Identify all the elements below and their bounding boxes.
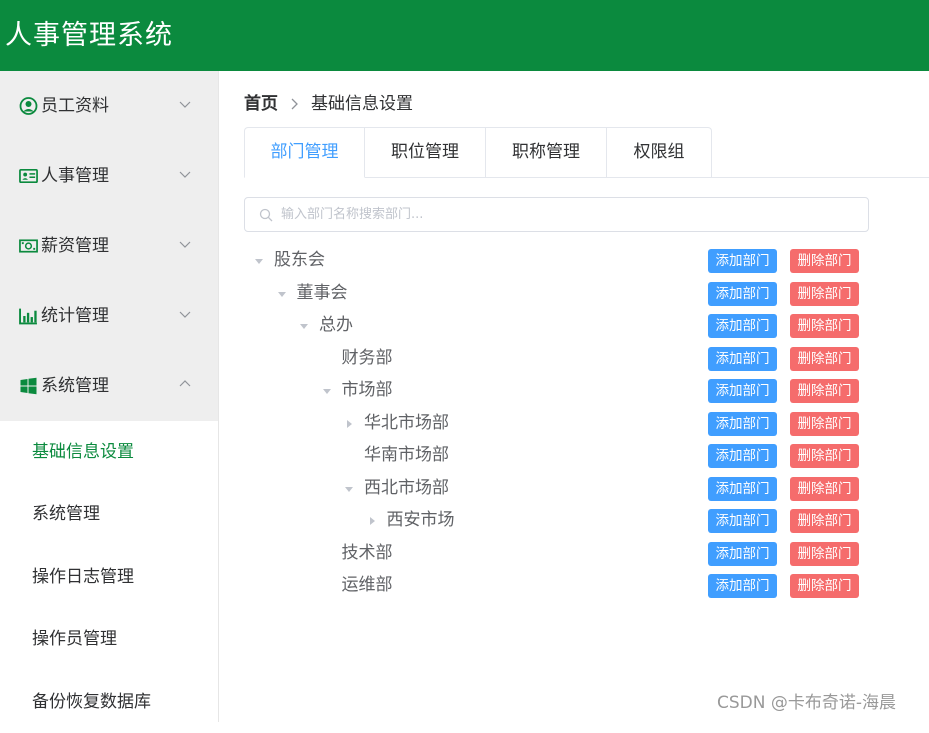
caret-down-icon[interactable] <box>344 484 354 494</box>
tree-node-label: 财务部 <box>341 348 393 368</box>
add-department-button[interactable]: 添加部门 <box>708 314 777 338</box>
chevron-down-icon <box>179 101 191 108</box>
app-header: 人事管理系统 <box>0 0 929 71</box>
menu-label: 人事管理 <box>41 166 109 186</box>
tree-node-label: 市场部 <box>341 380 393 400</box>
delete-department-button[interactable]: 删除部门 <box>790 282 859 306</box>
menu-label: 薪资管理 <box>41 236 109 256</box>
submenu-label: 基础信息设置 <box>32 442 134 462</box>
chevron-up-icon <box>179 380 191 387</box>
menu-statistics[interactable]: 统计管理 <box>0 281 218 351</box>
tree-node-label: 华北市场部 <box>364 413 449 433</box>
submenu-label: 操作员管理 <box>32 629 117 649</box>
menu-label: 系统管理 <box>41 376 109 396</box>
tree-node-label: 华南市场部 <box>364 445 449 465</box>
breadcrumb-home[interactable]: 首页 <box>244 92 278 116</box>
tree-node[interactable]: 华北市场部 添加部门 删除部门 <box>244 407 869 440</box>
delete-department-button[interactable]: 删除部门 <box>790 314 859 338</box>
chevron-down-icon <box>179 241 191 248</box>
submenu-system-manage[interactable]: 系统管理 <box>0 483 218 545</box>
menu-label: 统计管理 <box>41 306 109 326</box>
delete-department-button[interactable]: 删除部门 <box>790 477 859 501</box>
chevron-right-icon <box>291 98 298 110</box>
tree-node[interactable]: 市场部 添加部门 删除部门 <box>244 374 869 407</box>
windows-icon <box>20 377 37 395</box>
tree-node[interactable]: 运维部 添加部门 删除部门 <box>244 569 869 602</box>
delete-department-button[interactable]: 删除部门 <box>790 574 859 598</box>
add-department-button[interactable]: 添加部门 <box>708 282 777 306</box>
tree-node-label: 技术部 <box>341 543 393 563</box>
delete-department-button[interactable]: 删除部门 <box>790 249 859 273</box>
submenu-operation-log[interactable]: 操作日志管理 <box>0 546 218 608</box>
tab-permission-group[interactable]: 权限组 <box>607 127 712 178</box>
submenu-label: 系统管理 <box>32 504 100 524</box>
caret-down-icon[interactable] <box>254 256 264 266</box>
add-department-button[interactable]: 添加部门 <box>708 249 777 273</box>
tree-node[interactable]: 华南市场部 添加部门 删除部门 <box>244 439 869 472</box>
add-department-button[interactable]: 添加部门 <box>708 379 777 403</box>
caret-down-icon[interactable] <box>322 386 332 396</box>
breadcrumb-current: 基础信息设置 <box>311 94 413 114</box>
bar-chart-icon <box>19 308 37 325</box>
tree-node-label: 董事会 <box>296 283 348 303</box>
delete-department-button[interactable]: 删除部门 <box>790 509 859 533</box>
tree-node[interactable]: 董事会 添加部门 删除部门 <box>244 277 869 310</box>
tree-node[interactable]: 西安市场 添加部门 删除部门 <box>244 504 869 537</box>
add-department-button[interactable]: 添加部门 <box>708 509 777 533</box>
submenu-label: 操作日志管理 <box>32 567 134 587</box>
delete-department-button[interactable]: 删除部门 <box>790 347 859 371</box>
caret-right-icon[interactable] <box>367 516 377 526</box>
delete-department-button[interactable]: 删除部门 <box>790 542 859 566</box>
watermark: CSDN @卡布奇诺-海晨 <box>717 693 897 713</box>
id-card-icon <box>19 168 38 184</box>
delete-department-button[interactable]: 删除部门 <box>790 444 859 468</box>
caret-right-icon[interactable] <box>344 419 354 429</box>
caret-down-icon[interactable] <box>299 321 309 331</box>
delete-department-button[interactable]: 删除部门 <box>790 412 859 436</box>
user-circle-icon <box>19 97 38 115</box>
tree-node[interactable]: 技术部 添加部门 删除部门 <box>244 537 869 570</box>
tree-node[interactable]: 西北市场部 添加部门 删除部门 <box>244 472 869 505</box>
tab-title[interactable]: 职称管理 <box>486 127 607 178</box>
app-title: 人事管理系统 <box>5 20 173 51</box>
chevron-down-icon <box>179 171 191 178</box>
search-input[interactable] <box>281 199 851 230</box>
tab-position[interactable]: 职位管理 <box>365 127 486 178</box>
tree-node[interactable]: 总办 添加部门 删除部门 <box>244 309 869 342</box>
chevron-down-icon <box>179 311 191 318</box>
add-department-button[interactable]: 添加部门 <box>708 574 777 598</box>
tree-node[interactable]: 股东会 添加部门 删除部门 <box>244 244 869 277</box>
menu-label: 员工资料 <box>41 96 109 116</box>
menu-personnel[interactable]: 人事管理 <box>0 141 218 211</box>
tree-node-label: 西安市场 <box>386 510 455 530</box>
submenu-operator-manage[interactable]: 操作员管理 <box>0 608 218 670</box>
tree-node-label: 股东会 <box>274 250 325 270</box>
add-department-button[interactable]: 添加部门 <box>708 347 777 371</box>
add-department-button[interactable]: 添加部门 <box>708 412 777 436</box>
submenu-basic-info[interactable]: 基础信息设置 <box>0 421 218 483</box>
add-department-button[interactable]: 添加部门 <box>708 477 777 501</box>
menu-salary[interactable]: 薪资管理 <box>0 211 218 281</box>
caret-down-icon[interactable] <box>277 289 287 299</box>
tree-node-label: 运维部 <box>341 575 393 595</box>
tree-node-label: 西北市场部 <box>364 478 449 498</box>
add-department-button[interactable]: 添加部门 <box>708 444 777 468</box>
search-icon <box>259 208 273 222</box>
menu-employee-info[interactable]: 员工资料 <box>0 71 218 141</box>
sidebar: 员工资料 人事管理 薪资管理 统计管理 系统管理 基础信息设置 系统管理 操作日… <box>0 71 219 722</box>
delete-department-button[interactable]: 删除部门 <box>790 379 859 403</box>
department-search <box>244 197 869 232</box>
tab-department[interactable]: 部门管理 <box>244 127 365 178</box>
money-icon <box>19 239 38 253</box>
menu-system[interactable]: 系统管理 <box>0 351 218 421</box>
tree-node-label: 总办 <box>319 315 353 335</box>
add-department-button[interactable]: 添加部门 <box>708 542 777 566</box>
tree-node[interactable]: 财务部 添加部门 删除部门 <box>244 342 869 375</box>
submenu-backup-restore[interactable]: 备份恢复数据库 <box>0 671 218 733</box>
submenu-label: 备份恢复数据库 <box>32 692 151 712</box>
